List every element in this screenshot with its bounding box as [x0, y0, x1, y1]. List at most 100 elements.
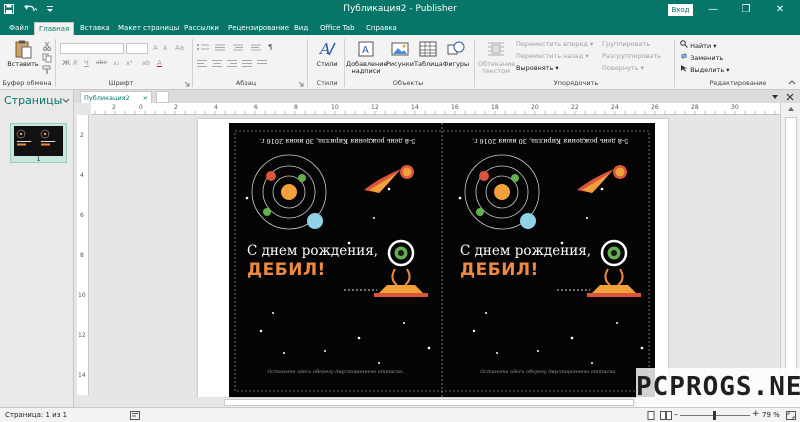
page-thumbnail[interactable]: 1	[10, 123, 67, 163]
separator	[474, 39, 475, 87]
tab-list-icon[interactable]	[771, 93, 779, 101]
tab-help[interactable]: Справка	[362, 22, 401, 35]
select-button[interactable]: Выделить ▾	[680, 64, 730, 74]
rotate-label: Повернуть	[602, 64, 639, 72]
pictures-button[interactable]: Рисунки	[386, 39, 414, 68]
footer-note: Останьте здесь оберегу двустороннего отт…	[480, 369, 617, 375]
group-label-clipboard: Буфер обмена	[2, 79, 52, 87]
send-backward-button[interactable]: Переместить назад ▾	[516, 52, 589, 60]
paste-button[interactable]: Вставить	[6, 39, 40, 68]
greeting-text[interactable]: С днем рождения,	[247, 243, 378, 259]
tab-office-tab[interactable]: Office Tab	[316, 22, 359, 35]
bold-button[interactable]: Ж	[62, 59, 71, 67]
styles-button[interactable]: A Стили	[312, 39, 342, 68]
single-page-view-icon[interactable]	[646, 411, 656, 420]
vertical-scrollbar[interactable]	[780, 103, 800, 397]
highlight-button[interactable]: ab	[142, 59, 150, 67]
ruler-label: 8	[80, 252, 84, 259]
replace-button[interactable]: Заменить	[680, 52, 723, 62]
strikethrough-button[interactable]: abc	[96, 59, 107, 66]
vertical-ruler[interactable]: 2 4 6 8 10 12 14	[77, 115, 89, 395]
group-button[interactable]: Группировать	[602, 40, 650, 48]
align-button[interactable]: Выровнять ▾	[516, 64, 559, 72]
wrap-text-button[interactable]: Обтекание текстом	[478, 39, 515, 75]
grow-font-button[interactable]: A	[153, 44, 158, 52]
tab-view[interactable]: Вид	[290, 22, 312, 35]
fit-page-icon[interactable]	[786, 411, 796, 420]
underline-button[interactable]: Ч	[84, 59, 89, 67]
superscript-button[interactable]: x²	[126, 59, 132, 67]
subscript-button[interactable]: x₂	[113, 59, 119, 67]
separator	[674, 39, 675, 87]
separator	[344, 39, 345, 87]
minimize-button[interactable]: —	[704, 1, 722, 19]
ungroup-button[interactable]: Разгруппировать	[602, 52, 661, 60]
greeting-text[interactable]: С днем рождения,	[460, 243, 591, 259]
horizontal-ruler[interactable]: 2 0 2 4 6 8 10 12 14 16 18 20 22 24 26 2…	[91, 103, 780, 115]
new-tab-button[interactable]	[156, 91, 169, 103]
vertical-scroll-thumb[interactable]	[785, 117, 797, 375]
ruler-label: 26	[651, 104, 659, 111]
publication-workspace[interactable]: 5-й день рождения Кирилла, 30 июня 2016 …	[90, 115, 780, 397]
scroll-up-icon[interactable]	[787, 106, 795, 112]
tab-home[interactable]: Главная	[34, 22, 75, 35]
rotate-button[interactable]: Повернуть ▾	[602, 64, 644, 72]
shapes-button[interactable]: Фигуры	[442, 39, 470, 68]
dialog-launcher-icon[interactable]	[184, 81, 190, 87]
name-text[interactable]: ДЕБИЛ!	[460, 260, 539, 280]
collapse-ribbon-icon[interactable]	[788, 79, 796, 85]
replace-label: Заменить	[690, 54, 724, 62]
collapse-pane-icon[interactable]	[62, 98, 70, 104]
table-button[interactable]: Таблица	[414, 39, 443, 68]
format-painter-icon[interactable]	[42, 65, 52, 75]
status-bar: Страница: 1 из 1 – + 79 %	[0, 407, 800, 422]
name-text[interactable]: ДЕБИЛ!	[247, 260, 326, 280]
card-panel-right[interactable]: 5-й день рождения Кирилла, 30 июня 2016 …	[442, 123, 655, 397]
restore-button[interactable]: ❐	[737, 1, 755, 19]
paragraph-formatting-icons[interactable]	[197, 43, 287, 73]
tab-file[interactable]: Файл	[5, 22, 32, 35]
ruler-label: 2	[80, 132, 84, 139]
find-button[interactable]: Найти ▾	[680, 40, 717, 50]
horizontal-scroll-thumb[interactable]	[224, 399, 634, 406]
dialog-launcher-icon[interactable]	[298, 81, 304, 87]
document-tab[interactable]: Публикация2 ×	[80, 91, 152, 103]
group-label-styles: Стили	[316, 79, 338, 87]
change-case-button[interactable]: Aa	[175, 44, 184, 52]
ruler-label: 18	[491, 104, 499, 111]
two-page-view-icon[interactable]	[660, 411, 672, 420]
close-button[interactable]: ✕	[771, 1, 789, 19]
zoom-out-button[interactable]: –	[674, 410, 678, 419]
ruler-label: 10	[331, 104, 339, 111]
tab-page-design[interactable]: Макет страницы	[114, 22, 183, 35]
ruler-label: 24	[611, 104, 619, 111]
ribbon-tabs: Файл Главная Вставка Макет страницы Расс…	[0, 20, 800, 35]
status-indicator-icon[interactable]	[130, 411, 140, 420]
draw-text-box-button[interactable]: A Добавление надписи	[346, 39, 388, 75]
ruler-label: 14	[411, 104, 419, 111]
font-color-button[interactable]: A	[157, 59, 162, 67]
shrink-font-button[interactable]: A	[163, 45, 167, 52]
tab-mailings[interactable]: Рассылки	[180, 22, 223, 35]
zoom-slider-thumb[interactable]	[713, 411, 716, 420]
zoom-level[interactable]: 79 %	[762, 411, 780, 419]
page-count-status: Страница: 1 из 1	[5, 411, 68, 419]
ribbon-home: Вставить Буфер обмена A A Aa Ж К Ч abc x…	[0, 35, 800, 90]
title-bar: Публикация2 - Publisher Вход — ❐ ✕	[0, 0, 800, 20]
show-formatting-button[interactable]: ¶	[268, 43, 272, 51]
horizontal-scrollbar[interactable]	[224, 397, 636, 407]
font-name-combo[interactable]	[60, 43, 124, 54]
cut-icon[interactable]	[42, 41, 52, 51]
font-size-combo[interactable]	[126, 43, 148, 54]
close-document-icon[interactable]	[786, 93, 794, 101]
tab-review[interactable]: Рецензирование	[224, 22, 293, 35]
tab-insert[interactable]: Вставка	[76, 22, 114, 35]
login-button[interactable]: Вход	[668, 4, 693, 16]
zoom-in-button[interactable]: +	[752, 409, 760, 419]
copy-icon[interactable]	[42, 53, 52, 63]
bring-forward-button[interactable]: Переместить вперед ▾	[516, 40, 593, 48]
greeting-card[interactable]: 5-й день рождения Кирилла, 30 июня 2016 …	[229, 123, 655, 397]
italic-button[interactable]: К	[73, 59, 78, 67]
ruler-label: 14	[78, 372, 86, 379]
card-panel-left[interactable]: 5-й день рождения Кирилла, 30 июня 2016 …	[229, 123, 442, 397]
